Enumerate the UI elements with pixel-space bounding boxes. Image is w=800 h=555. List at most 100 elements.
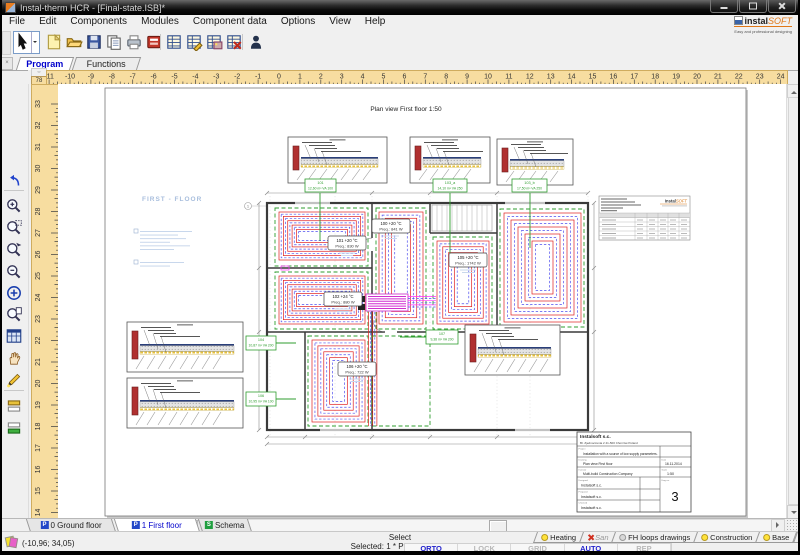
select-arrow-icon — [14, 32, 31, 53]
open-folder-button[interactable] — [65, 33, 83, 51]
menu-options[interactable]: Options — [274, 15, 322, 29]
svg-text:15: 15 — [35, 487, 42, 495]
pipe-spec-table[interactable]: instalSOFT — [599, 196, 690, 240]
close-button[interactable] — [768, 0, 796, 13]
maximize-button[interactable] — [739, 0, 767, 13]
preview-window-icon — [5, 327, 23, 345]
draw-pencil-icon — [5, 371, 23, 389]
menu-view[interactable]: View — [322, 15, 358, 29]
svg-text:26: 26 — [35, 251, 42, 259]
svg-text:6: 6 — [402, 74, 406, 81]
svg-text:103_a: 103_a — [445, 181, 456, 185]
svg-text:Preq.: 1742 W: Preq.: 1742 W — [455, 261, 481, 266]
zoom-in-button[interactable] — [5, 197, 23, 215]
menu-edit[interactable]: Edit — [32, 15, 63, 29]
undo-view-button[interactable] — [5, 172, 23, 190]
zoom-out-button[interactable] — [5, 263, 23, 281]
staircase[interactable] — [432, 205, 492, 231]
floor-construction-detail[interactable] — [127, 322, 243, 372]
loop-area-label[interactable]: 103_a14,10 m² VA 250 — [433, 179, 467, 192]
brand-name-left: instal — [744, 16, 768, 26]
svg-text:23: 23 — [756, 74, 764, 81]
menu-component-data[interactable]: Component data — [186, 15, 274, 29]
svg-text:100 +20 °C: 100 +20 °C — [380, 221, 401, 226]
zoom-selected-button[interactable] — [5, 241, 23, 259]
tab-functions[interactable]: Functions — [72, 57, 141, 70]
floor-construction-detail[interactable] — [127, 378, 243, 428]
table-picture-icon — [205, 33, 223, 51]
loop-area-label[interactable]: 103_b17,50 m² VA 250 — [512, 179, 547, 192]
new-document-button[interactable] — [45, 33, 63, 51]
svg-text:-11: -11 — [46, 74, 54, 81]
menu-file[interactable]: File — [2, 15, 32, 29]
menu-help[interactable]: Help — [358, 15, 393, 29]
copy-button[interactable] — [105, 33, 123, 51]
save-floppy-button[interactable] — [85, 33, 103, 51]
resize-grip[interactable] — [786, 519, 798, 530]
preview-window-button[interactable] — [5, 327, 23, 345]
floor-construction-detail[interactable] — [410, 137, 490, 183]
title-block[interactable]: Instalsoft s.c.Bl. Zjednoczenia 2 41-500… — [577, 432, 691, 512]
loop-area-label[interactable]: 1079,38 m² VA 200 — [426, 330, 458, 344]
zoom-sheet-icon — [5, 306, 23, 324]
minimize-button[interactable] — [710, 0, 738, 13]
sheet-tab-badge: P — [40, 521, 48, 529]
tab-close-box[interactable]: × — [1, 57, 13, 70]
floor-construction-detail[interactable] — [288, 137, 387, 183]
draw-pencil-button[interactable] — [5, 371, 23, 389]
svg-text:instalSOFT: instalSOFT — [665, 199, 688, 204]
open-folder-icon — [65, 33, 83, 51]
menu-components[interactable]: Components — [63, 15, 134, 29]
floor-construction-detail[interactable] — [497, 139, 573, 185]
svg-text:Date: Date — [662, 459, 667, 462]
table-picture-button[interactable] — [205, 33, 223, 51]
zoom-sheet-button[interactable] — [5, 306, 23, 324]
zoom-extents-button[interactable] — [5, 284, 23, 302]
svg-text:21: 21 — [35, 358, 42, 366]
print-button[interactable] — [125, 33, 143, 51]
pan-hand-button[interactable] — [5, 349, 23, 367]
printout-sheet[interactable]: Plan view First floor 1:50FIRST - FLOOR1… — [105, 88, 748, 518]
layer-tab-fh-loops-drawings[interactable]: FH loops drawings — [611, 532, 698, 543]
layer-tab-construction[interactable]: Construction — [693, 532, 760, 543]
layer-bulb-icon — [764, 534, 771, 541]
table-edit-button[interactable] — [185, 33, 203, 51]
drawing-canvas[interactable]: Plan view First floor 1:50FIRST - FLOOR1… — [58, 84, 786, 518]
instalsoft-logo: instalSOFT Easy and professional designi… — [734, 16, 792, 36]
svg-text:0: 0 — [277, 74, 281, 81]
floor-construction-detail[interactable] — [465, 325, 560, 375]
layer-tab-heating[interactable]: Heating — [533, 532, 584, 543]
select-arrow-button[interactable] — [13, 31, 40, 54]
title-bar[interactable]: Instal-therm HCR - [Final-state.ISB]* — [0, 0, 800, 15]
select-arrow-dropdown[interactable] — [31, 32, 39, 53]
svg-text:103_b: 103_b — [524, 181, 535, 185]
layer-bottom-button[interactable] — [5, 419, 23, 437]
table-delete-button[interactable] — [225, 33, 243, 51]
instalsoft-logo-icon — [734, 16, 743, 25]
svg-text:23: 23 — [35, 315, 42, 323]
pan-hand-icon — [5, 349, 23, 367]
loop-area-label[interactable]: 10112,60 m² VA 100 — [305, 179, 336, 192]
svg-text:Preq.: 830 W: Preq.: 830 W — [335, 244, 359, 249]
zoom-window-button[interactable] — [5, 219, 23, 237]
window-left-border — [0, 0, 2, 555]
svg-text:11: 11 — [505, 74, 512, 81]
svg-text:18: 18 — [651, 74, 659, 81]
component-table-button[interactable] — [165, 33, 183, 51]
zoom-extents-icon — [5, 284, 23, 302]
maximize-icon — [749, 3, 757, 10]
loop-area-label[interactable]: 10410,87 m² VA 200 — [246, 336, 276, 350]
svg-text:4: 4 — [361, 74, 365, 81]
svg-text:-6: -6 — [150, 74, 156, 81]
toolbar-grip[interactable] — [2, 31, 11, 55]
layer-top-button[interactable] — [5, 397, 23, 415]
left-toolbar — [0, 84, 29, 531]
menu-modules[interactable]: Modules — [134, 15, 186, 29]
layer-tab-content: FH loops drawings — [619, 532, 690, 542]
svg-text:Instalsoft s.c.: Instalsoft s.c. — [581, 495, 602, 499]
loop-area-label[interactable]: 10610,95 m² VA 100 — [246, 392, 276, 406]
layer-bulb-icon — [619, 534, 626, 541]
person-button[interactable] — [247, 33, 265, 51]
layer-tab-base[interactable]: Base — [755, 532, 797, 543]
layer-bulb-icon — [702, 534, 709, 541]
